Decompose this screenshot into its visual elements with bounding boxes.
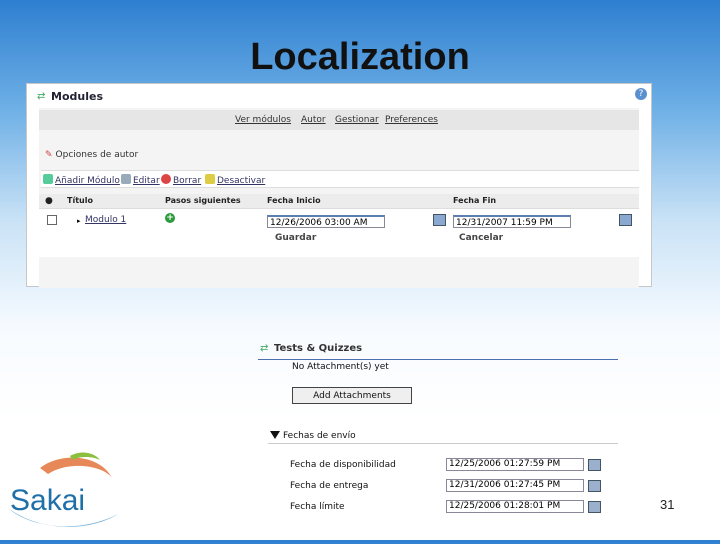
author-options-label: Opciones de autor [55,150,139,160]
edit-label: Editar [133,176,160,186]
slide-title: Localization [250,36,470,78]
deactivate-label: Desactivar [217,176,266,186]
due-date-label: Fecha de entrega [290,481,369,491]
col-titulo[interactable]: Título [67,196,93,205]
pencil-icon: ✎ [45,150,53,160]
author-actions: Añadir Módulo Editar Borrar Desactivar [41,170,639,188]
deadline-label: Fecha límite [290,502,345,512]
modules-title: Modules [51,90,103,103]
page-number: 31 [660,497,675,512]
save-button[interactable]: Guardar [275,233,316,243]
modules-nav: Ver módulos Autor Gestionar Preferences [39,110,639,130]
deactivate-button[interactable]: Desactivar [205,174,265,186]
add-module-label: Añadir Módulo [55,176,120,186]
table-row: ▸ Modulo 1 + 12/26/2006 03:00 AM 12/31/2… [39,209,639,257]
quizzes-title: Tests & Quizzes [274,343,363,354]
refresh-icon[interactable]: ⇄ [37,91,45,102]
section-label: Fechas de envío [283,431,356,441]
quizzes-screenshot: ⇄ Tests & Quizzes No Attachment(s) yet A… [258,340,638,520]
edit-button[interactable]: Editar [121,174,160,186]
sakai-wordmark: Sakai [10,484,85,517]
edit-icon [121,174,131,184]
title-divider [258,359,618,360]
col-fecha-fin[interactable]: Fecha Fin [453,196,496,205]
collapse-triangle-icon [270,431,280,439]
col-fecha-inicio[interactable]: Fecha Inicio [267,196,321,205]
add-step-icon[interactable]: + [165,213,175,223]
availability-date-label: Fecha de disponibilidad [290,460,396,470]
col-pasos[interactable]: Pasos siguientes [165,196,241,205]
add-module-icon [43,174,53,184]
section-divider [268,443,618,444]
delete-icon [161,174,171,184]
modules-header: ⇄ Modules ? [27,84,651,106]
nav-ver-modulos[interactable]: Ver módulos [235,115,291,125]
select-all-bullet[interactable]: ● [45,196,53,206]
start-calendar-icon[interactable] [433,214,446,226]
availability-date-input[interactable]: 12/25/2006 01:27:59 PM [446,458,584,471]
delete-label: Borrar [173,176,202,186]
due-date-input[interactable]: 12/31/2006 01:27:45 PM [446,479,584,492]
modules-screenshot: ⇄ Modules ? Ver módulos Autor Gestionar … [26,83,652,288]
add-module-button[interactable]: Añadir Módulo [43,174,120,186]
submission-dates-toggle[interactable]: Fechas de envío [270,431,356,441]
modules-table-header: ● Título Pasos siguientes Fecha Inicio F… [39,194,639,209]
modules-content: Ver módulos Autor Gestionar Preferences … [39,108,639,288]
add-attachments-button[interactable]: Add Attachments [292,387,412,404]
author-options: ✎ Opciones de autor [45,150,138,160]
no-attachments-text: No Attachment(s) yet [292,362,389,372]
expand-arrow-icon[interactable]: ▸ [77,217,81,225]
cancel-button[interactable]: Cancelar [459,233,503,243]
help-icon[interactable]: ? [635,88,647,100]
sakai-logo: Sakai [0,448,130,540]
nav-autor[interactable]: Autor [301,115,326,125]
nav-gestionar[interactable]: Gestionar [335,115,379,125]
row-checkbox[interactable] [47,215,57,225]
deadline-calendar-icon[interactable] [588,501,601,513]
due-calendar-icon[interactable] [588,480,601,492]
sakai-logo-graphic: Sakai [8,452,118,527]
module-link[interactable]: Modulo 1 [85,215,126,225]
start-date-input[interactable]: 12/26/2006 03:00 AM [267,215,385,228]
end-calendar-icon[interactable] [619,214,632,226]
end-date-input[interactable]: 12/31/2007 11:59 PM [453,215,571,228]
deadline-input[interactable]: 12/25/2006 01:28:01 PM [446,500,584,513]
availability-calendar-icon[interactable] [588,459,601,471]
nav-preferences[interactable]: Preferences [385,115,438,125]
refresh-icon[interactable]: ⇄ [260,343,268,354]
delete-button[interactable]: Borrar [161,174,201,186]
deactivate-icon [205,174,215,184]
